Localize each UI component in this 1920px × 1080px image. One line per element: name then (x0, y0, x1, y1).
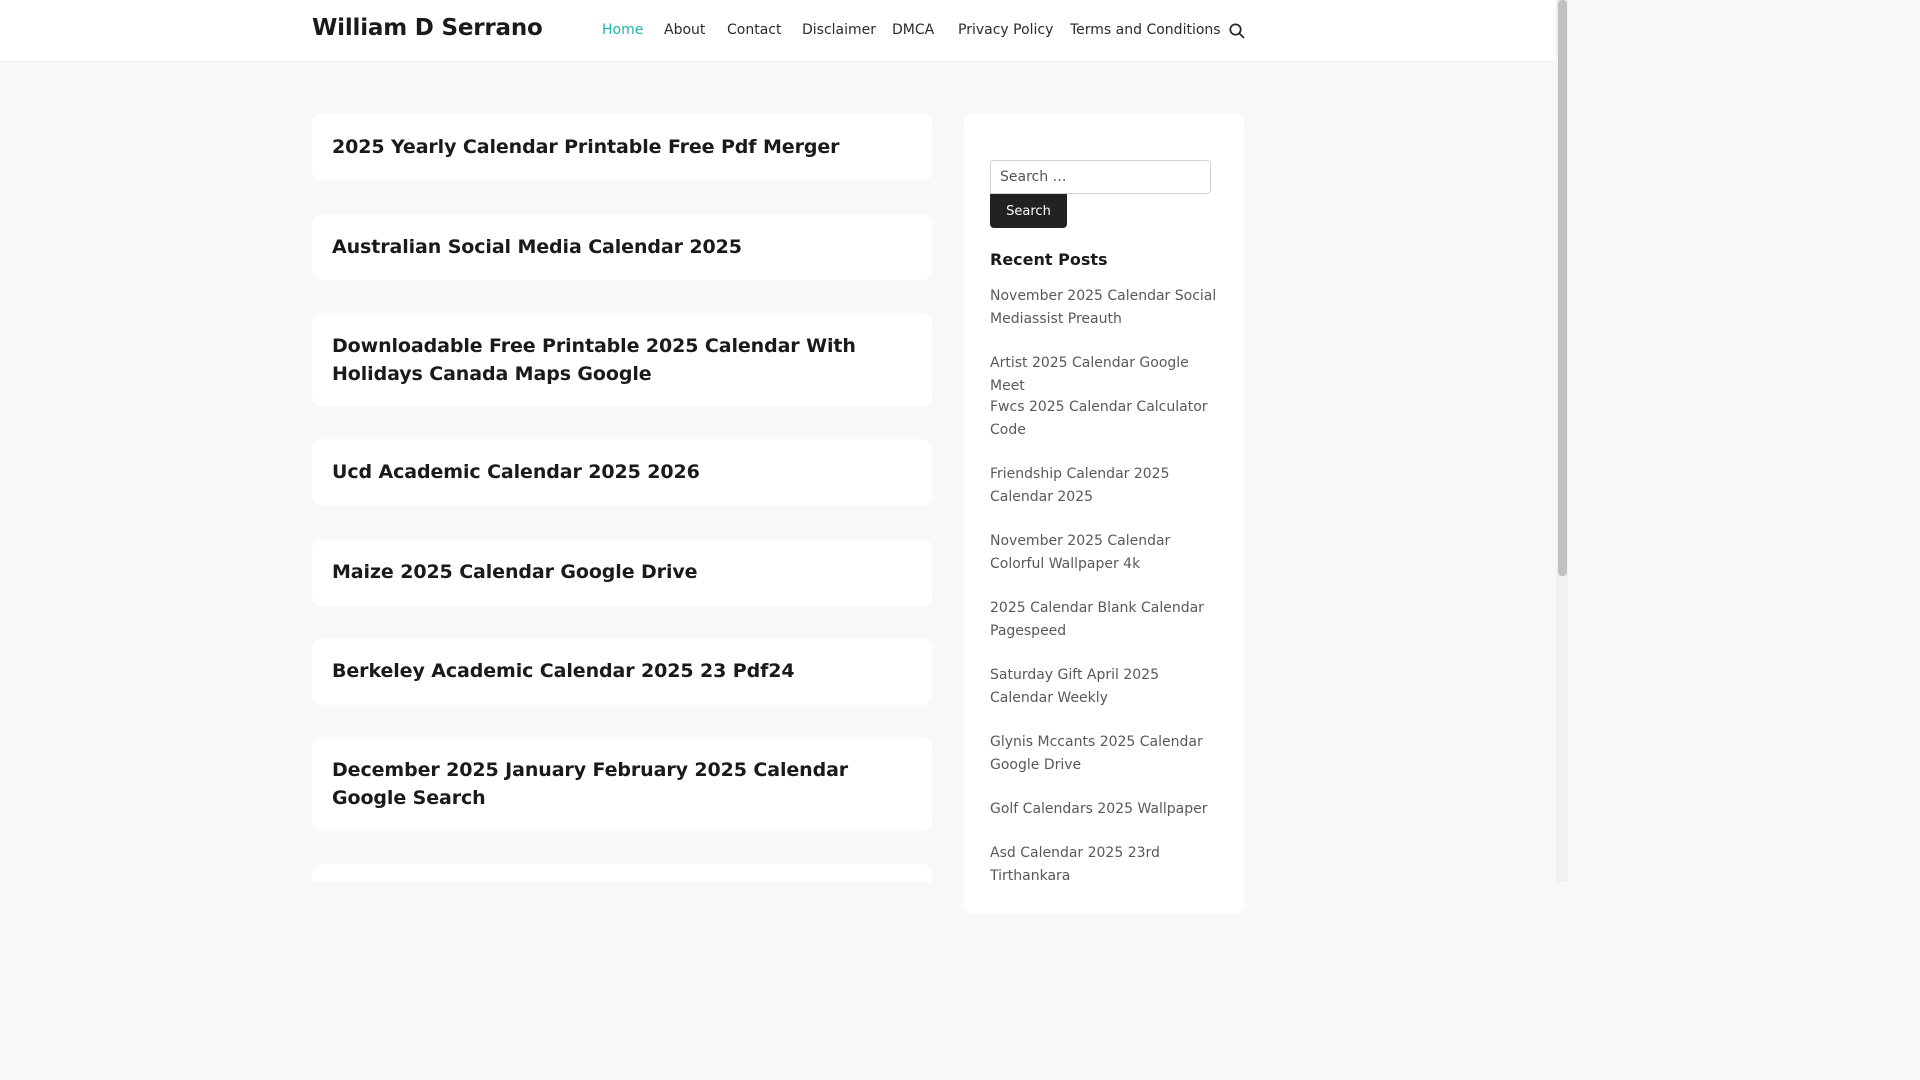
post-title[interactable]: 2025 Yearly Calendar Printable Free Pdf … (332, 133, 904, 161)
post-title[interactable]: Maize 2025 Calendar Google Drive (332, 558, 904, 586)
site-header: William D Serrano Home About Contact Dis… (0, 0, 1556, 62)
post-card: Ucd Academic Calendar 2025 2026 (312, 439, 932, 506)
post-title[interactable]: Ucd Academic Calendar 2025 2026 (332, 458, 904, 486)
scrollbar-thumb[interactable] (1558, 0, 1567, 576)
nav-disclaimer[interactable]: Disclaimer (802, 22, 876, 38)
recent-post-link[interactable]: Friendship Calendar 2025 Calendar 2025 (990, 463, 1220, 509)
post-card: Downloadable Free Printable 2025 Calenda… (312, 313, 932, 406)
nav-about[interactable]: About (664, 22, 705, 38)
nav-contact[interactable]: Contact (727, 22, 781, 38)
nav-privacy-policy[interactable]: Privacy Policy (958, 22, 1053, 38)
search-button[interactable]: Search (990, 194, 1067, 228)
recent-post-link[interactable]: November 2025 Calendar Social Mediassist… (990, 285, 1220, 331)
post-title[interactable]: Berkeley Academic Calendar 2025 23 Pdf24 (332, 657, 904, 685)
recent-post-link[interactable]: 2025 Calendar Blank Calendar Pagespeed (990, 597, 1220, 643)
post-card: 2025 Yearly Calendar Printable Free Pdf … (312, 114, 932, 181)
search-input[interactable] (990, 160, 1211, 194)
nav-home[interactable]: Home (602, 22, 643, 38)
recent-post-link[interactable]: Asd Calendar 2025 23rd Tirthankara (990, 842, 1220, 888)
recent-post-link[interactable]: November 2025 Calendar Colorful Wallpape… (990, 530, 1220, 576)
recent-posts-title: Recent Posts (990, 250, 1108, 269)
recent-post-link[interactable]: Glynis Mccants 2025 Calendar Google Driv… (990, 731, 1220, 777)
post-card: Berkeley Academic Calendar 2025 23 Pdf24 (312, 638, 932, 705)
post-card (312, 864, 932, 882)
sidebar (964, 114, 1244, 914)
nav-terms-and-conditions[interactable]: Terms and Conditions (1070, 22, 1221, 38)
post-title[interactable]: Downloadable Free Printable 2025 Calenda… (332, 332, 904, 388)
recent-post-link[interactable]: Artist 2025 Calendar Google Meet (990, 352, 1220, 398)
post-title[interactable]: December 2025 January February 2025 Cale… (332, 756, 904, 812)
post-title[interactable]: Australian Social Media Calendar 2025 (332, 233, 904, 261)
post-card: December 2025 January February 2025 Cale… (312, 737, 932, 831)
recent-post-link[interactable]: Fwcs 2025 Calendar Calculator Code (990, 396, 1220, 442)
recent-post-link[interactable]: Golf Calendars 2025 Wallpaper (990, 798, 1220, 821)
nav-dmca[interactable]: DMCA (892, 22, 934, 38)
site-title[interactable]: William D Serrano (312, 15, 543, 41)
post-card: Australian Social Media Calendar 2025 (312, 214, 932, 280)
search-icon[interactable] (1228, 22, 1246, 40)
post-card: Maize 2025 Calendar Google Drive (312, 539, 932, 606)
recent-post-link[interactable]: Saturday Gift April 2025 Calendar Weekly (990, 664, 1220, 710)
